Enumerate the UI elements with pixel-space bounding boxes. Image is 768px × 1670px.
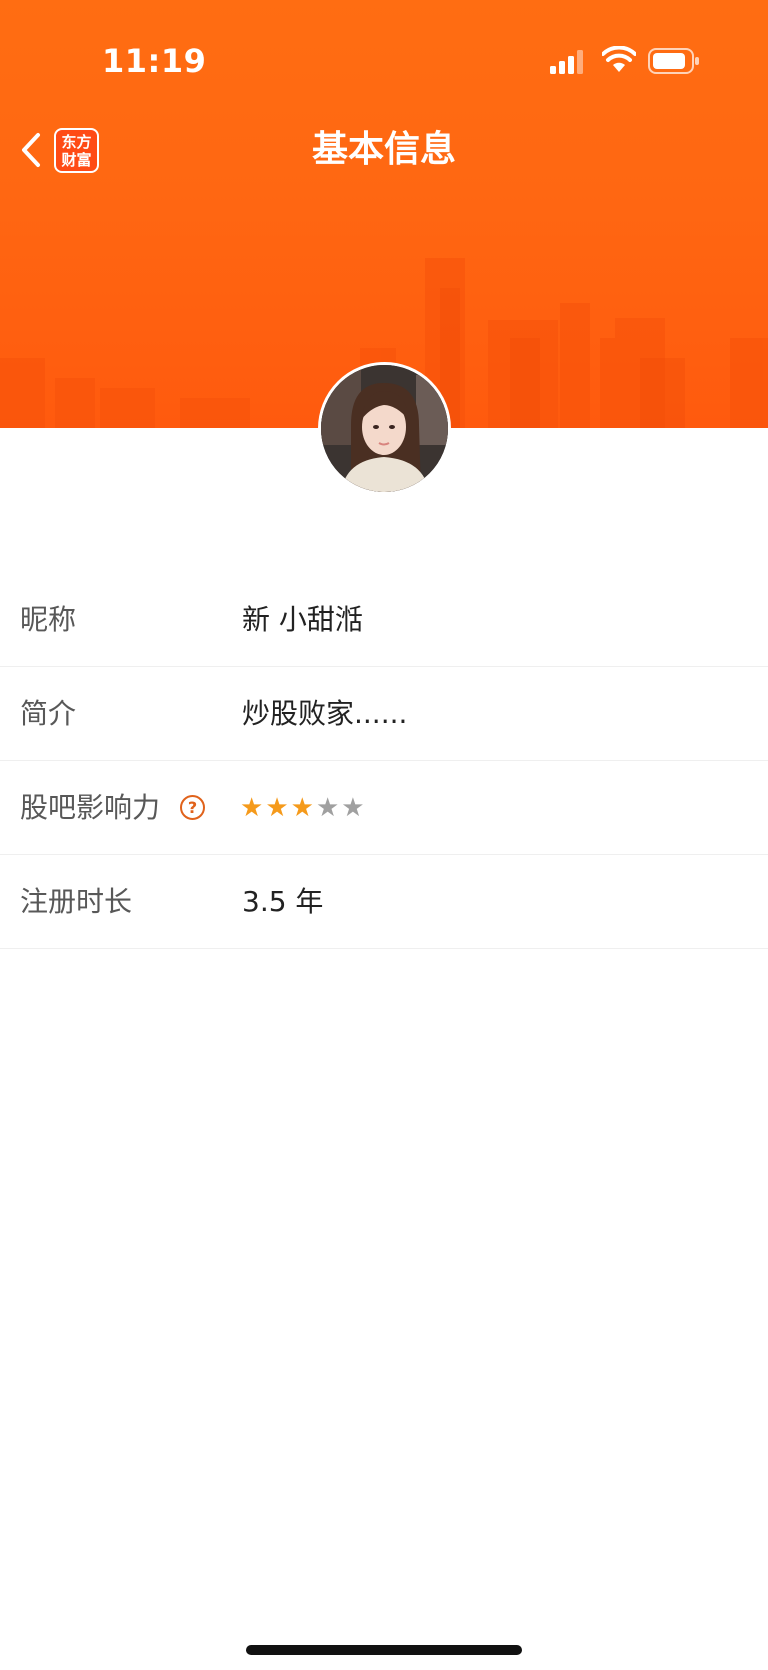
page-title: 基本信息 xyxy=(311,129,456,170)
intro-value: 炒股败家...... xyxy=(242,697,408,730)
intro-label: 简介 xyxy=(20,697,77,730)
star-icon: ★ xyxy=(315,793,340,823)
star-icon: ★ xyxy=(290,793,314,823)
nickname-label: 昵称 xyxy=(20,603,77,636)
signal-icon xyxy=(550,50,583,74)
info-list: 昵称 新 小甜湉 简介 炒股败家...... 股吧影响力 ? ★ ★ ★ ★ ★… xyxy=(0,573,768,949)
status-time: 11:19 xyxy=(102,42,207,80)
home-indicator[interactable] xyxy=(246,1645,522,1655)
star-icon: ★ xyxy=(240,793,264,823)
registration-label: 注册时长 xyxy=(20,885,133,918)
row-intro[interactable]: 简介 炒股败家...... xyxy=(0,667,768,761)
influence-label: 股吧影响力 xyxy=(20,791,161,824)
question-icon[interactable]: ? xyxy=(180,795,205,820)
wifi-icon xyxy=(602,46,636,72)
row-influence: 股吧影响力 ? ★ ★ ★ ★ ★ xyxy=(0,761,768,855)
avatar[interactable] xyxy=(318,362,451,495)
battery-icon xyxy=(648,48,699,74)
star-icon: ★ xyxy=(265,793,289,823)
registration-value: 3.5 年 xyxy=(242,885,324,918)
influence-rating: ★ ★ ★ ★ ★ xyxy=(240,761,365,855)
star-icon: ★ xyxy=(341,793,365,823)
user-avatar-image xyxy=(321,365,448,492)
navigation-bar: 东方 财富 基本信息 xyxy=(0,112,768,188)
row-registration: 注册时长 3.5 年 xyxy=(0,855,768,949)
nickname-value: 新 小甜湉 xyxy=(242,603,363,636)
row-nickname[interactable]: 昵称 新 小甜湉 xyxy=(0,573,768,667)
status-bar: 11:19 xyxy=(0,0,768,120)
